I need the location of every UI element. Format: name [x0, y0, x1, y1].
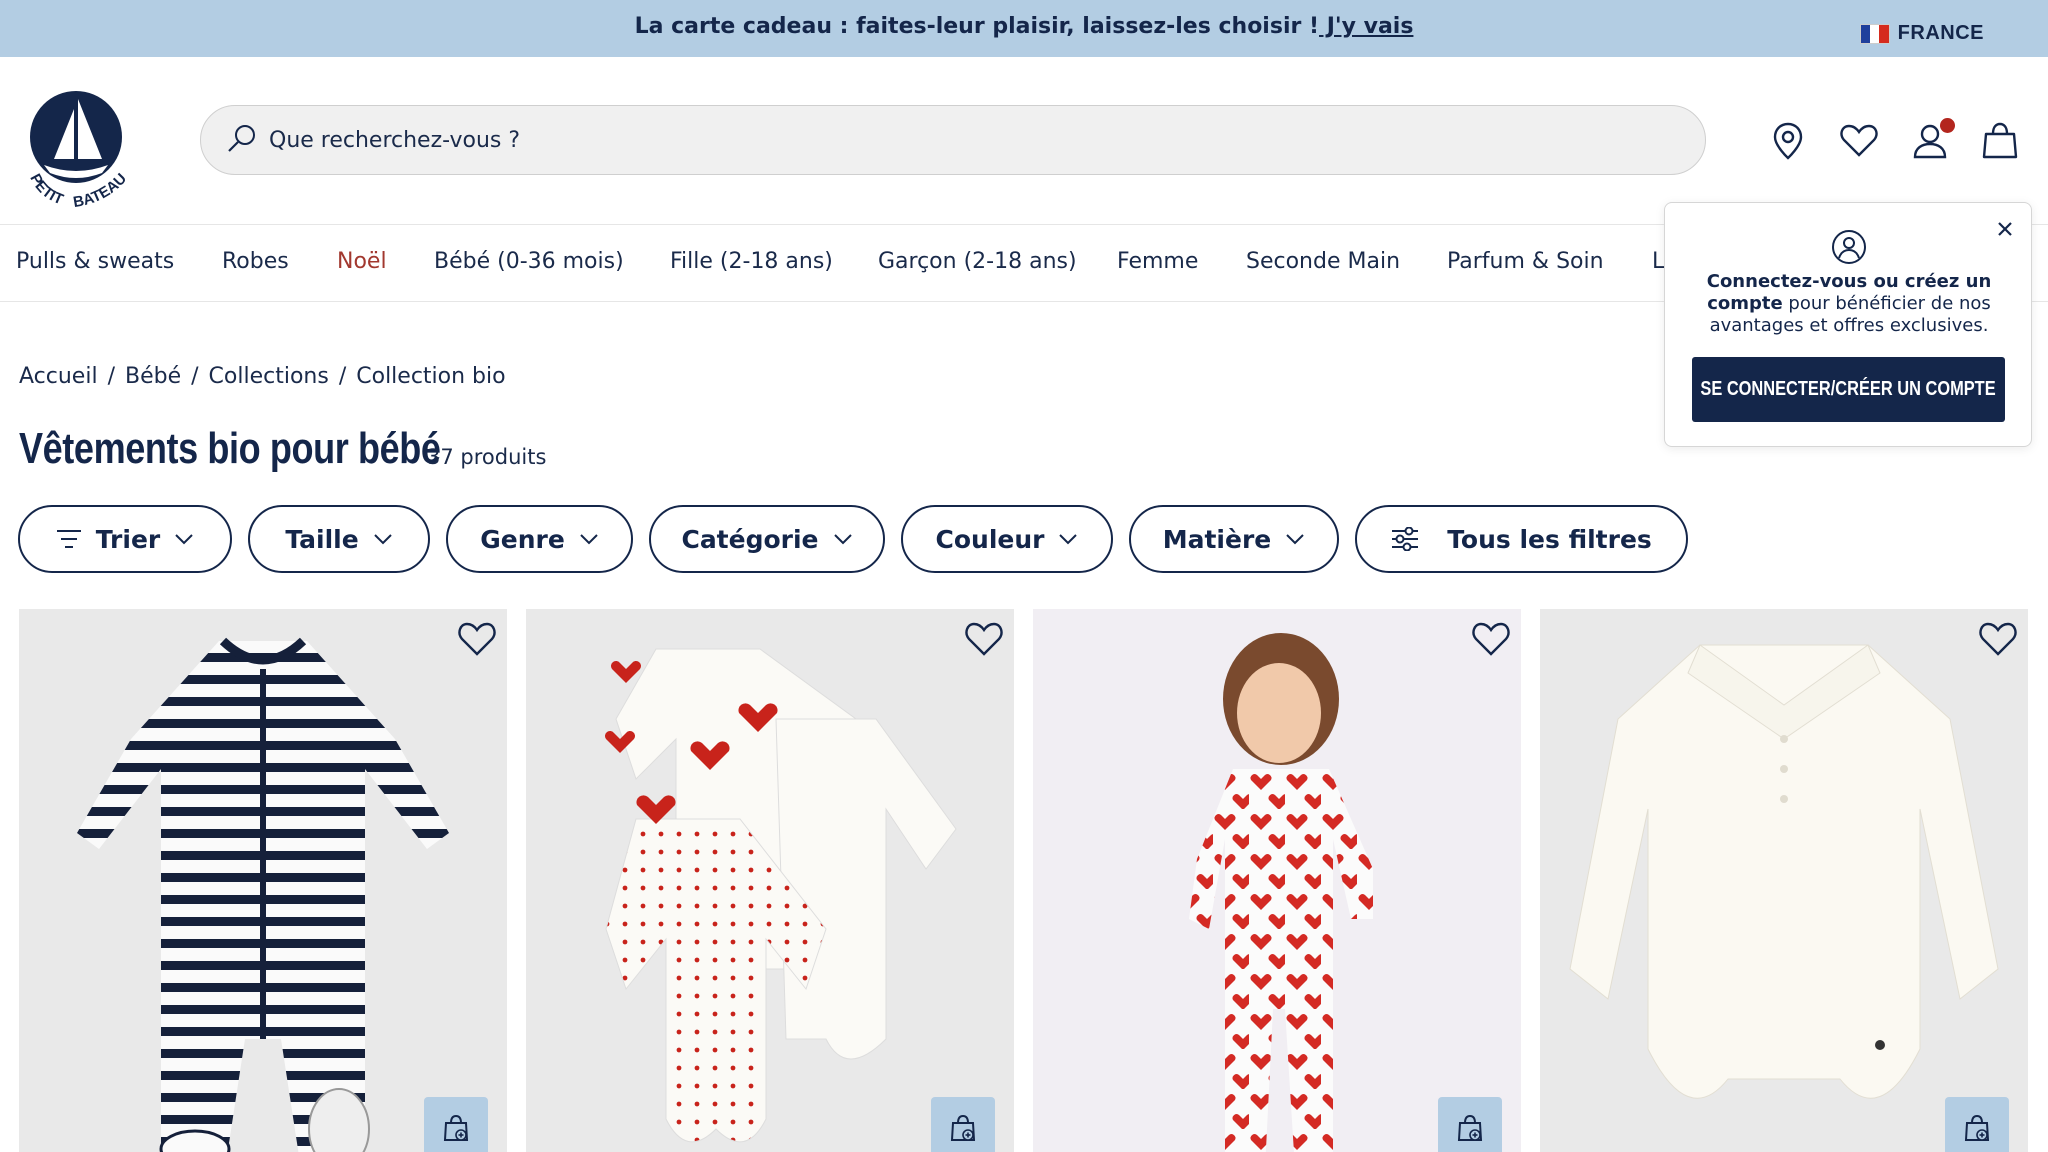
search-icon: [228, 125, 255, 152]
location-icon[interactable]: [1766, 119, 1810, 163]
country-selector[interactable]: FRANCE: [1859, 22, 1984, 45]
chevron-down-icon: [373, 534, 392, 545]
user-circle-icon: [1832, 230, 1866, 264]
striped-footed-sleepsuit-image: [77, 637, 449, 1152]
add-to-cart-button[interactable]: [1438, 1097, 1502, 1152]
promo-bar: La carte cadeau : faites-leur plaisir, l…: [0, 0, 2048, 57]
nav-item-pulls[interactable]: Pulls & sweats: [16, 249, 174, 274]
filter-size[interactable]: Taille: [248, 505, 430, 573]
chevron-down-icon: [833, 534, 852, 545]
filter-gender-label: Genre: [480, 524, 565, 554]
nav-item-garcon[interactable]: Garçon (2-18 ans): [878, 249, 1077, 274]
promo-message: La carte cadeau : faites-leur plaisir, l…: [634, 14, 1320, 39]
heart-icon[interactable]: [1837, 119, 1881, 163]
login-popup: Connectez-vous ou créez un compte pour b…: [1664, 202, 2032, 447]
filter-gender[interactable]: Genre: [446, 505, 633, 573]
bag-plus-icon: [1457, 1114, 1483, 1141]
product-card[interactable]: [19, 609, 507, 1152]
favorite-heart-icon[interactable]: [1469, 617, 1513, 661]
favorite-heart-icon[interactable]: [1976, 617, 2020, 661]
filter-material[interactable]: Matière: [1129, 505, 1339, 573]
product-card[interactable]: [526, 609, 1014, 1152]
promo-link[interactable]: J'y vais: [1319, 14, 1414, 39]
nav-item-seconde-main[interactable]: Seconde Main: [1246, 249, 1400, 274]
product-card[interactable]: [1033, 609, 1521, 1152]
promo-text: La carte cadeau : faites-leur plaisir, l…: [0, 14, 2048, 39]
breadcrumb-separator: /: [191, 364, 199, 389]
nav-item-fille[interactable]: Fille (2-18 ans): [670, 249, 833, 274]
chevron-down-icon: [580, 534, 598, 545]
bag-plus-icon: [443, 1114, 469, 1141]
filter-size-label: Taille: [285, 524, 359, 554]
add-to-cart-button[interactable]: [931, 1097, 995, 1152]
filter-category[interactable]: Catégorie: [649, 505, 885, 573]
chevron-down-icon: [1059, 534, 1078, 545]
petit-bateau-logo[interactable]: PETIT BATEAU: [14, 85, 138, 209]
bodysuit-set-image: [605, 648, 957, 1143]
filter-color[interactable]: Couleur: [901, 505, 1113, 573]
bag-plus-icon: [1964, 1114, 1990, 1141]
breadcrumb: Accueil / Bébé / Collections / Collectio…: [19, 364, 506, 389]
france-flag-icon: [1859, 23, 1890, 44]
favorite-heart-icon[interactable]: [962, 617, 1006, 661]
login-button[interactable]: Se connecter/Créer un compte: [1692, 357, 2005, 422]
chevron-down-icon: [175, 534, 193, 545]
chevron-down-icon: [1286, 534, 1304, 545]
baby-heart-sleepsuit-photo: [1189, 633, 1373, 1152]
sort-icon: [56, 530, 81, 548]
nav-item-robes[interactable]: Robes: [222, 249, 289, 274]
all-filters-label: Tous les filtres: [1447, 524, 1652, 554]
country-label: FRANCE: [1897, 22, 1984, 44]
product-card[interactable]: [1540, 609, 2028, 1152]
filter-category-label: Catégorie: [681, 524, 819, 554]
add-to-cart-button[interactable]: [424, 1097, 488, 1152]
header: PETIT BATEAU: [0, 57, 2048, 225]
page-title: Vêtements bio pour bébé: [19, 424, 441, 473]
search-bar[interactable]: [200, 105, 1706, 175]
breadcrumb-current: Collection bio: [356, 364, 506, 389]
nav-item-bebe[interactable]: Bébé (0-36 mois): [434, 249, 624, 274]
filter-color-label: Couleur: [935, 524, 1045, 554]
sliders-icon: [1392, 527, 1419, 551]
breadcrumb-separator: /: [107, 364, 115, 389]
notification-dot: [1940, 118, 1955, 133]
bag-icon[interactable]: [1978, 119, 2022, 163]
popup-message: Connectez-vous ou créez un compte pour b…: [1685, 271, 2013, 337]
product-count: 37 produits: [427, 445, 547, 469]
login-button-label: Se connecter/Créer un compte: [1700, 378, 1997, 400]
sort-button[interactable]: Trier: [18, 505, 232, 573]
sort-label: Trier: [95, 524, 161, 554]
breadcrumb-home[interactable]: Accueil: [19, 364, 98, 389]
nav-item-parfum[interactable]: Parfum & Soin: [1447, 249, 1604, 274]
breadcrumb-collections[interactable]: Collections: [209, 364, 329, 389]
favorite-heart-icon[interactable]: [455, 617, 499, 661]
nav-item-femme[interactable]: Femme: [1117, 249, 1198, 274]
filter-material-label: Matière: [1162, 524, 1272, 554]
search-input[interactable]: [269, 106, 1669, 174]
all-filters-button[interactable]: Tous les filtres: [1355, 505, 1688, 573]
nav-item-noel[interactable]: Noël: [337, 249, 387, 274]
breadcrumb-bebe[interactable]: Bébé: [125, 364, 181, 389]
add-to-cart-button[interactable]: [1945, 1097, 2009, 1152]
close-icon[interactable]: [1993, 217, 2017, 241]
nav-item-more[interactable]: L: [1652, 249, 1664, 274]
bag-plus-icon: [950, 1114, 976, 1141]
polo-bodysuit-image: [1569, 644, 1999, 1099]
breadcrumb-separator: /: [338, 364, 347, 389]
